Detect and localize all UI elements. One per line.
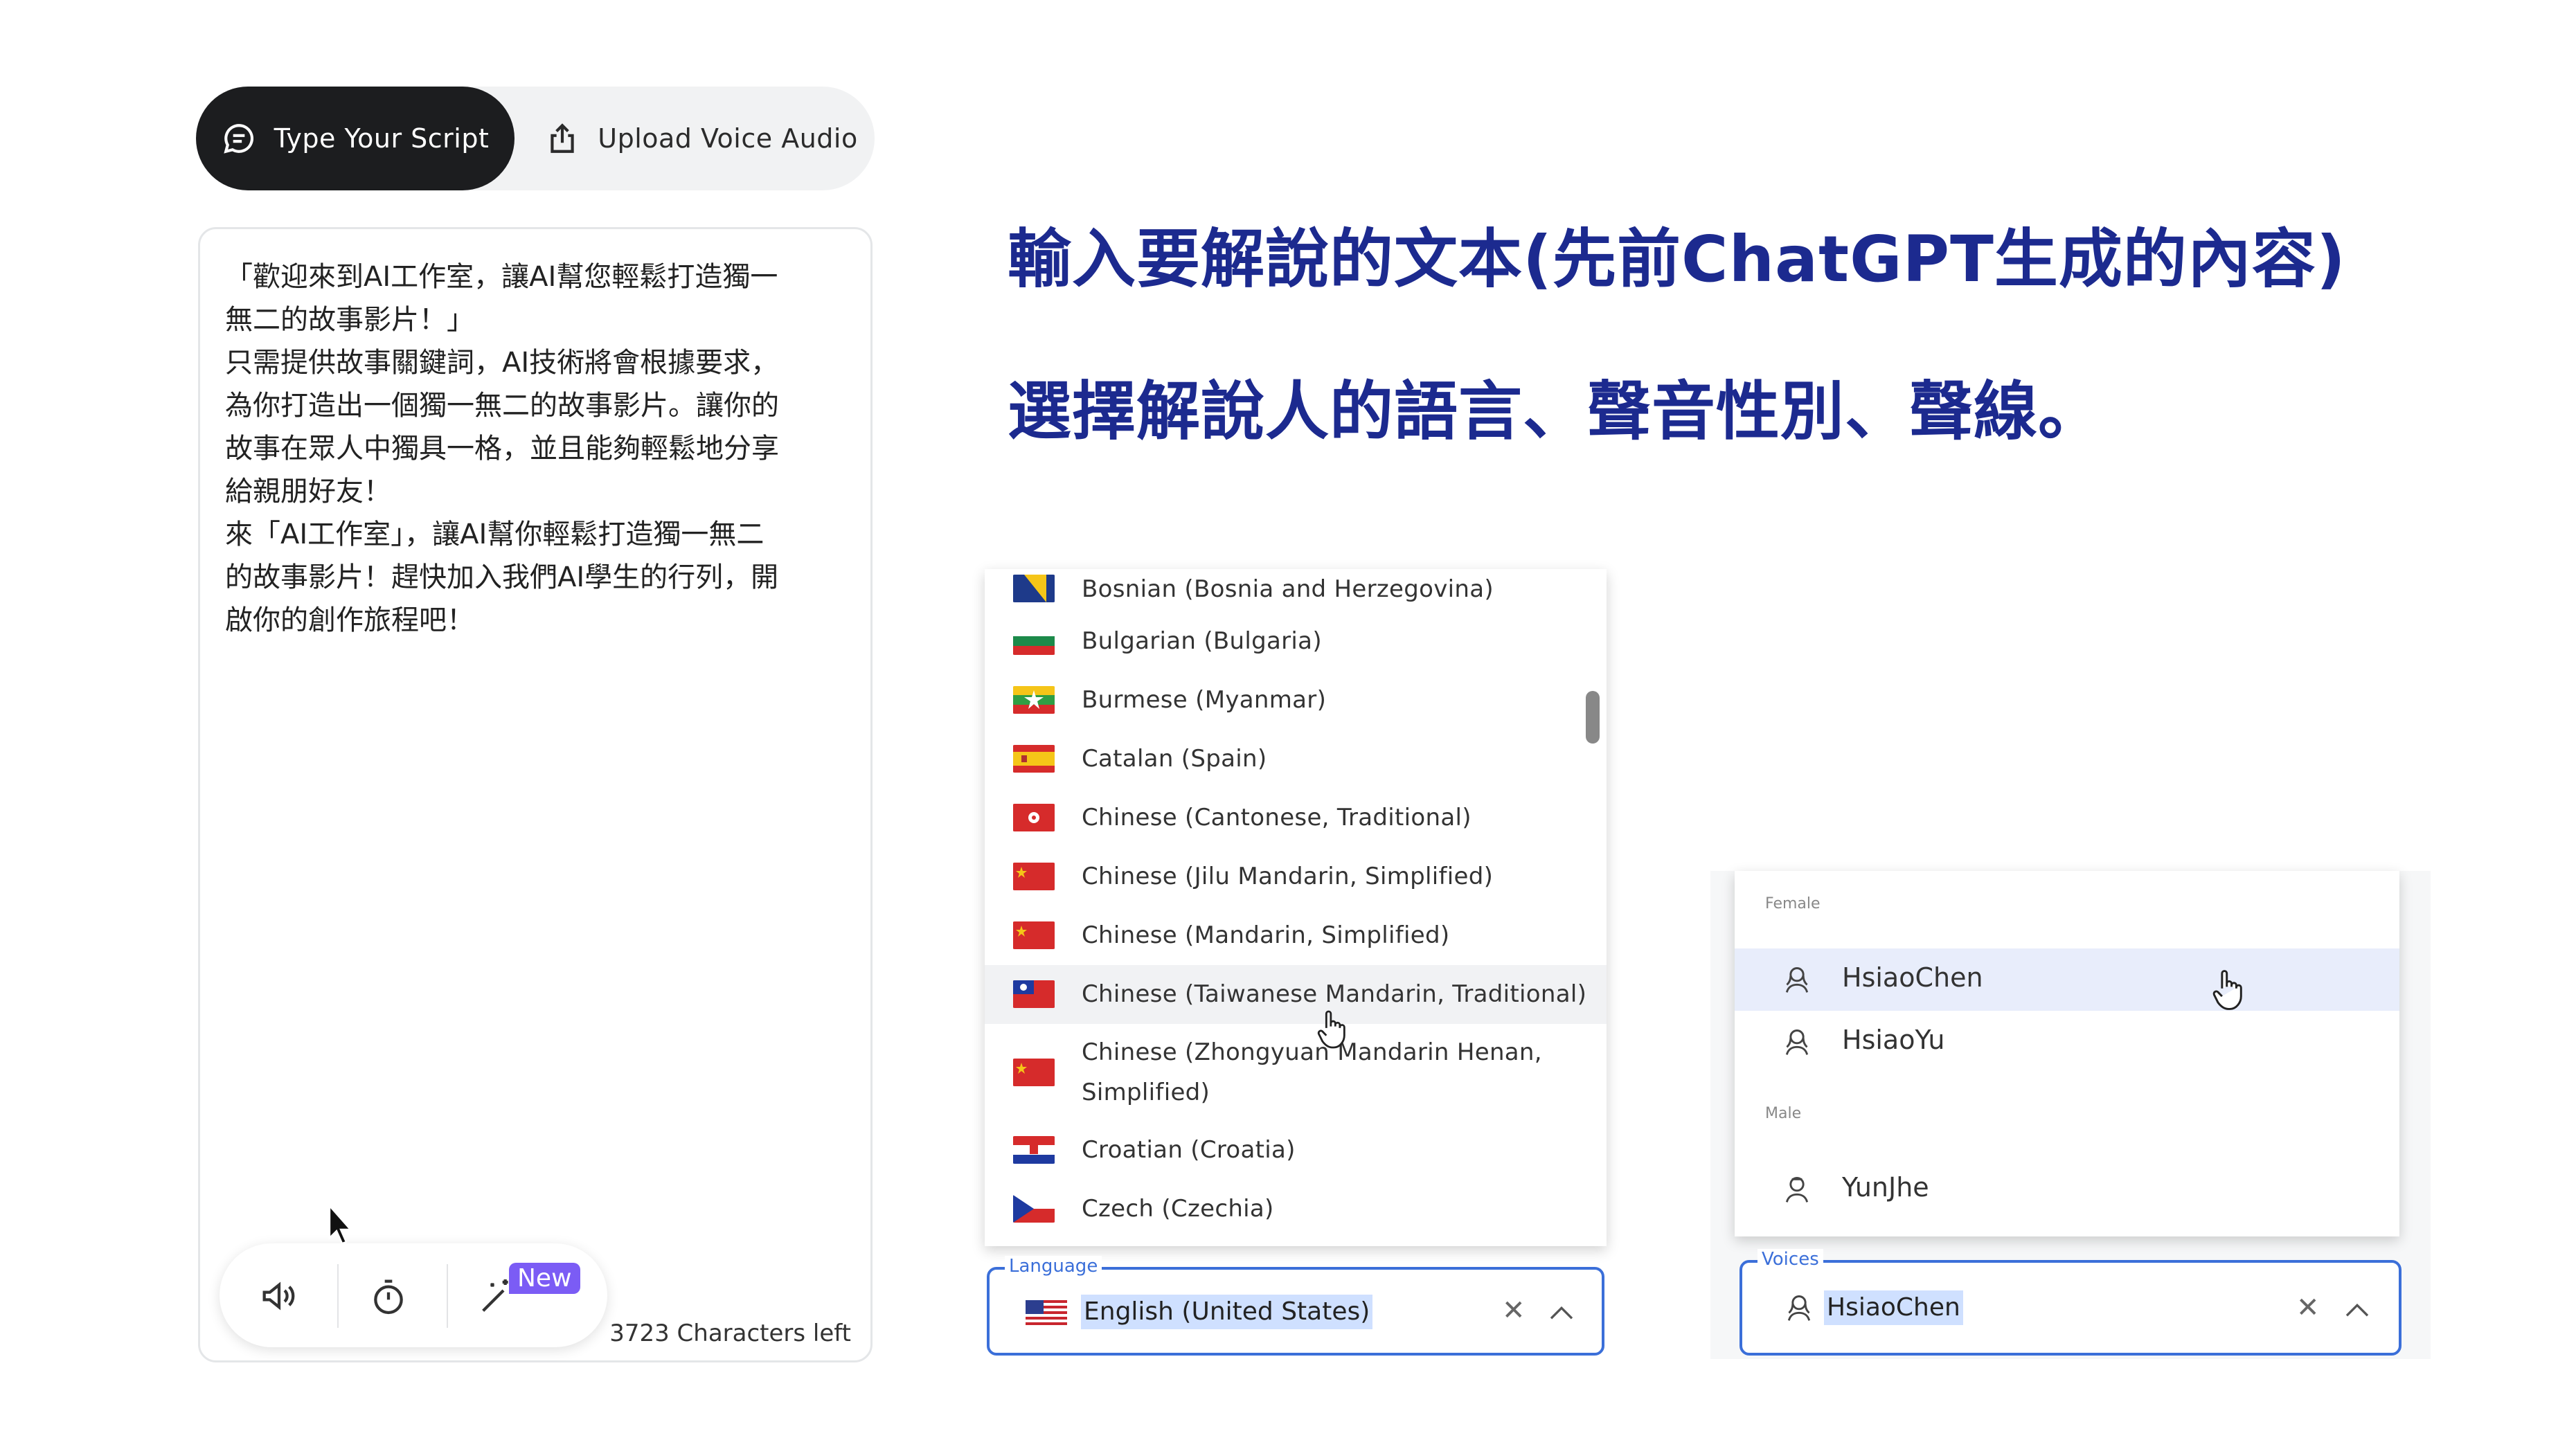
spain-flag-icon [1013,745,1055,773]
language-option[interactable]: Chinese (Jilu Mandarin, Simplified) [985,847,1607,906]
language-option[interactable]: Chinese (Mandarin, Simplified) [985,906,1607,965]
voice-speaker-button[interactable] [253,1270,305,1322]
tab-type-your-script[interactable]: Type Your Script [196,87,515,190]
china-flag-icon [1013,863,1055,890]
tab-upload-voice-audio-label: Upload Voice Audio [598,123,858,154]
language-option-label: Chinese (Jilu Mandarin, Simplified) [1082,863,1494,890]
language-dropdown-list[interactable]: Bosnian (Bosnia and Herzegovina) Bulgari… [985,569,1607,1246]
china-flag-icon [1013,1059,1055,1086]
upload-icon [551,123,574,153]
voice-group-female: Female [1765,895,1821,912]
language-option[interactable]: Catalan (Spain) [985,730,1607,789]
voices-select-field[interactable]: Voices HsiaoChen ✕ [1739,1249,2401,1356]
language-option[interactable]: Burmese (Myanmar) [985,671,1607,730]
voice-option-label: HsiaoChen [1842,962,1983,993]
voice-person-icon [1785,1029,1809,1055]
voice-option[interactable]: YunJhe [1735,1158,2399,1221]
bosnia-flag-icon [1013,575,1055,602]
myanmar-flag-icon [1013,686,1055,714]
new-badge: New [509,1263,580,1294]
voice-selected-value: HsiaoChen [1824,1290,1963,1325]
taiwan-flag-icon [1013,980,1055,1008]
clear-voice-icon[interactable]: ✕ [2296,1292,2320,1324]
language-option[interactable]: Chinese (Cantonese, Traditional) [985,789,1607,847]
chevron-up-icon[interactable] [2343,1297,2371,1322]
language-option-label: Catalan (Spain) [1082,745,1267,773]
voice-option-label: YunJhe [1842,1172,1929,1203]
chevron-up-icon[interactable] [1548,1300,1575,1325]
language-select-field[interactable]: Language English (United States) ✕ [987,1256,1604,1356]
language-option[interactable]: Bulgarian (Bulgaria) [985,612,1607,671]
china-flag-icon [1013,921,1055,949]
language-option-label: Croatian (Croatia) [1082,1136,1296,1164]
clear-language-icon[interactable]: ✕ [1502,1295,1526,1326]
headline-enter-text: 輸入要解說的文本(先前ChatGPT生成的內容) [1008,222,2346,296]
script-textarea[interactable]: 「歡迎來到AI工作室，讓AI幫您輕鬆打造獨一 無二的故事影片！」 只需提供故事關… [225,255,848,642]
language-option[interactable]: Czech (Czechia) [985,1180,1607,1239]
language-field-label: Language [1005,1256,1102,1277]
headline-choose-voice: 選擇解說人的語言、聲音性別、聲線。 [1008,375,2103,449]
language-option-label: Burmese (Myanmar) [1082,686,1327,714]
voice-person-icon [1785,967,1809,993]
voice-person-icon [1785,1177,1809,1203]
stopwatch-icon [374,1279,403,1315]
language-option-highlighted[interactable]: Chinese (Taiwanese Mandarin, Traditional… [985,965,1607,1024]
script-toolbar [220,1243,607,1347]
language-option[interactable]: Bosnian (Bosnia and Herzegovina) [985,569,1607,612]
language-option-label: Bulgarian (Bulgaria) [1082,627,1322,655]
language-option-label: Chinese (Cantonese, Traditional) [1082,804,1472,831]
language-option-label: Chinese (Mandarin, Simplified) [1082,921,1450,949]
hong-kong-flag-icon [1013,804,1055,831]
czechia-flag-icon [1013,1195,1055,1223]
tab-upload-voice-audio[interactable]: Upload Voice Audio [542,87,861,190]
tab-type-your-script-label: Type Your Script [274,123,490,154]
mode-tabs: Type Your Script Upload Voice Audio [196,87,875,190]
croatia-flag-icon [1013,1136,1055,1164]
voice-option-highlighted[interactable]: HsiaoChen [1735,948,2399,1011]
voices-field-label: Voices [1757,1249,1823,1270]
voice-option[interactable]: HsiaoYu [1735,1011,2399,1073]
mouse-pointer-icon [328,1205,352,1245]
characters-left-counter: 3723 Characters left [609,1320,851,1347]
language-option-label: Czech (Czechia) [1082,1195,1274,1223]
language-option-label: Bosnian (Bosnia and Herzegovina) [1082,575,1494,603]
voice-group-male: Male [1765,1105,1802,1122]
script-editor[interactable]: 「歡迎來到AI工作室，讓AI幫您輕鬆打造獨一 無二的故事影片！」 只需提供故事關… [198,227,873,1362]
voice-option-label: HsiaoYu [1842,1025,1945,1055]
us-flag-icon [1026,1300,1067,1328]
language-selected-value: English (United States) [1081,1295,1373,1329]
voices-dropdown-list[interactable]: Female HsiaoChen HsiaoYu Male YunJhe [1735,871,2399,1236]
language-option[interactable]: Croatian (Croatia) [985,1121,1607,1180]
chat-bubble-icon [223,124,253,154]
voice-person-icon [1787,1295,1811,1321]
hand-pointer-icon [1317,1010,1345,1049]
timer-button[interactable] [362,1270,415,1322]
language-option[interactable]: Chinese (Zhongyuan Mandarin Henan, Simpl… [985,1024,1607,1121]
speaker-icon [262,1281,295,1311]
hand-pointer-icon [2212,970,2242,1010]
bulgaria-flag-icon [1013,627,1055,655]
language-list-scrollbar[interactable] [1586,691,1600,744]
